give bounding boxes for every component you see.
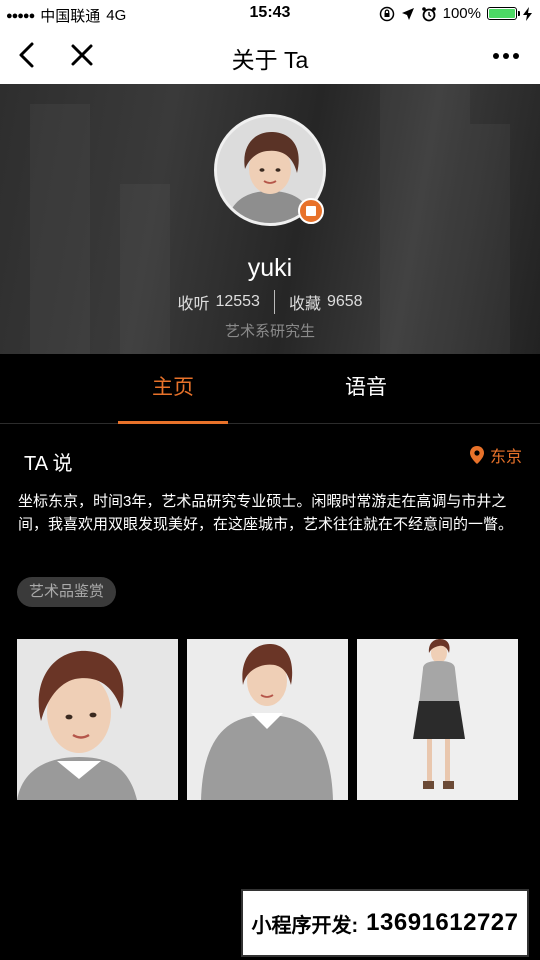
close-button[interactable] [68, 40, 96, 70]
more-dot-icon [493, 53, 499, 59]
profile-header: yuki 收听 12553 收藏 9658 艺术系研究生 [0, 84, 540, 354]
status-bar: ●●●●● 中国联通 4G 15:43 100% [0, 0, 540, 28]
back-button[interactable] [14, 40, 42, 70]
location[interactable]: 东京 [469, 443, 522, 467]
portrait-photo-icon [187, 639, 348, 800]
interest-tag[interactable]: 艺术品鉴赏 [17, 577, 117, 607]
photo-thumbnail[interactable] [187, 639, 348, 800]
watermark-phone: 13691612727 [366, 909, 519, 936]
photo-thumbnail[interactable] [17, 639, 178, 800]
more-dot-icon [513, 53, 519, 59]
battery-percent: 100% [442, 5, 481, 22]
watermark-label: 小程序开发: [251, 914, 359, 937]
location-pin-icon [469, 446, 484, 464]
stats-divider [273, 290, 275, 314]
rotation-lock-icon [379, 6, 394, 21]
photo-thumbnail[interactable] [357, 639, 518, 800]
nav-bar: 关于 Ta [0, 28, 540, 84]
favorite-label: 收藏 [288, 296, 321, 313]
contact-watermark: 小程序开发: 13691612727 [241, 889, 529, 957]
tab-home-label: 主页 [152, 376, 194, 399]
more-menu-button[interactable] [488, 44, 524, 68]
location-label: 东京 [489, 449, 522, 466]
favorite-count: 9658 [326, 293, 363, 310]
alarm-icon [421, 6, 436, 21]
battery-icon [487, 7, 520, 20]
section-title: TA 说 [24, 453, 73, 475]
location-arrow-icon [401, 7, 414, 20]
tab-voice-label: 语音 [345, 376, 387, 399]
status-right: 100% [379, 5, 532, 22]
full-body-photo-icon [357, 639, 518, 800]
badge-mark-icon [306, 206, 316, 216]
tab-home[interactable]: 主页 [118, 354, 228, 424]
tab-voice[interactable]: 语音 [311, 354, 421, 424]
charging-icon [523, 6, 532, 21]
tab-bar: 主页 语音 [0, 354, 540, 424]
close-icon [71, 44, 93, 66]
active-tab-indicator [118, 421, 228, 424]
more-dot-icon [503, 53, 509, 59]
profile-stats: 收听 12553 收藏 9658 [0, 290, 540, 314]
username: yuki [247, 254, 293, 282]
bio-text: 坐标东京，时间3年，艺术品研究专业硕士。闲暇时常游走在高调与市井之间，我喜欢用双… [18, 493, 514, 533]
listen-label: 收听 [177, 296, 210, 313]
background-decoration [30, 104, 90, 354]
portrait-photo-icon [17, 639, 178, 800]
verified-badge-icon [298, 198, 324, 224]
battery-fill [489, 9, 515, 18]
chevron-left-icon [19, 42, 34, 68]
photo-gallery [17, 639, 518, 800]
listen-count: 12553 [215, 293, 260, 310]
profile-subtitle: 艺术系研究生 [224, 323, 315, 340]
